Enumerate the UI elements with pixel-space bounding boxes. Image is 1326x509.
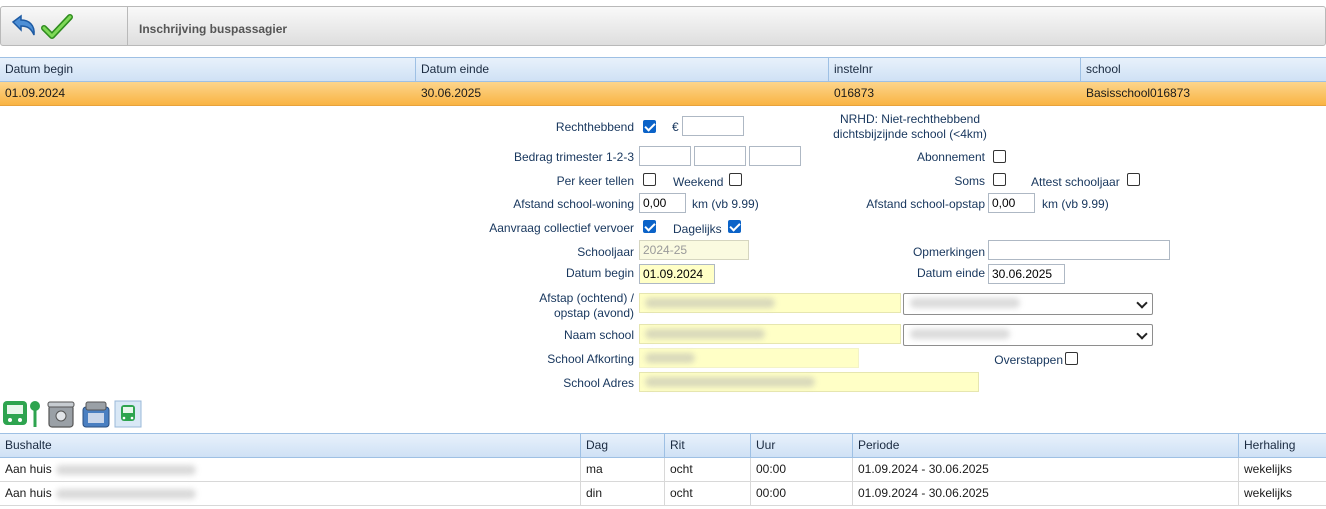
soms-checkbox[interactable] bbox=[993, 173, 1006, 186]
nrhd-line-1: NRHD: Niet-rechthebbend bbox=[839, 112, 981, 126]
datum-einde-input[interactable]: 30.06.2025 bbox=[988, 264, 1065, 284]
column-header-dag[interactable]: Dag bbox=[581, 434, 665, 457]
cell-instelnr: 016873 bbox=[834, 86, 875, 100]
afstap-label-line-2: opstap (avond) bbox=[553, 306, 634, 320]
dagelijks-checkbox[interactable] bbox=[728, 220, 741, 233]
cell-uur: 00:00 bbox=[751, 458, 853, 481]
bushalte-text: Aan huis bbox=[5, 486, 52, 500]
per-keer-label: Per keer tellen bbox=[556, 174, 634, 188]
cell-herhaling: wekelijks bbox=[1244, 462, 1293, 476]
overstappen-checkbox[interactable] bbox=[1065, 352, 1078, 365]
cell-rit: ocht bbox=[665, 458, 751, 481]
datum-begin-input[interactable]: 01.09.2024 bbox=[639, 264, 715, 284]
weekend-label: Weekend bbox=[673, 175, 724, 189]
rechthebbend-label: Rechthebbend bbox=[555, 120, 634, 134]
bedrag-label: Bedrag trimester 1-2-3 bbox=[513, 150, 634, 164]
cell-dag: din bbox=[581, 482, 665, 505]
dagelijks-label: Dagelijks bbox=[673, 222, 722, 236]
column-header-datum-einde[interactable]: Datum einde bbox=[416, 58, 829, 81]
column-header-periode[interactable]: Periode bbox=[853, 434, 1239, 457]
column-header-herhaling[interactable]: Herhaling bbox=[1239, 434, 1326, 457]
bin-icon[interactable] bbox=[45, 399, 77, 429]
naam-school-select-redacted bbox=[910, 329, 1010, 339]
afstap-redacted bbox=[645, 298, 775, 308]
afstand-opstap-input[interactable]: 0,00 bbox=[988, 193, 1035, 213]
checkmark-icon[interactable] bbox=[41, 12, 73, 42]
bushalte-text: Aan huis bbox=[5, 462, 52, 476]
cell-datum-begin: 01.09.2024 bbox=[5, 86, 66, 100]
per-keer-checkbox[interactable] bbox=[643, 173, 656, 186]
column-header-instelnr[interactable]: instelnr bbox=[829, 58, 1081, 81]
school-adres-redacted bbox=[645, 377, 815, 387]
km-hint-woning: km (vb 9.99) bbox=[692, 197, 759, 211]
datum-begin-label: Datum begin bbox=[565, 266, 634, 280]
toolbar: Inschrijving buspassagier bbox=[0, 6, 1326, 46]
cell-bushalte: Aan huis bbox=[0, 458, 581, 481]
column-header-bushalte[interactable]: Bushalte bbox=[0, 434, 581, 457]
attest-schooljaar-label: Attest schooljaar bbox=[1031, 175, 1120, 189]
cell-periode: 01.09.2024 - 30.06.2025 bbox=[853, 458, 1239, 481]
school-afkorting-redacted bbox=[645, 353, 695, 363]
toolbar-buttons bbox=[1, 7, 128, 45]
bedrag-trimester-3-input[interactable] bbox=[749, 146, 801, 166]
top-grid-header: Datum begin Datum einde instelnr school bbox=[0, 57, 1326, 82]
column-header-datum-begin[interactable]: Datum begin bbox=[0, 58, 416, 81]
school-adres-label: School Adres bbox=[563, 376, 634, 390]
aanvraag-checkbox[interactable] bbox=[643, 220, 656, 233]
abonnement-label: Abonnement bbox=[916, 150, 985, 164]
cell-bushalte: Aan huis bbox=[0, 482, 581, 505]
opmerkingen-input[interactable] bbox=[988, 240, 1170, 260]
opmerkingen-label: Opmerkingen bbox=[912, 245, 985, 259]
nrhd-line-2: dichtsbijzijnde school (<4km) bbox=[833, 127, 987, 141]
attest-schooljaar-checkbox[interactable] bbox=[1127, 173, 1140, 186]
column-header-school[interactable]: school bbox=[1081, 58, 1326, 81]
bedrag-trimester-2-input[interactable] bbox=[694, 146, 746, 166]
bus-icon[interactable] bbox=[114, 400, 142, 428]
bin-stack-icon[interactable] bbox=[80, 399, 112, 429]
km-hint-opstap: km (vb 9.99) bbox=[1042, 197, 1109, 211]
abonnement-checkbox[interactable] bbox=[993, 150, 1006, 163]
datum-einde-label: Datum einde bbox=[916, 266, 985, 280]
euro-label: € bbox=[672, 120, 679, 134]
column-header-rit[interactable]: Rit bbox=[665, 434, 751, 457]
cell-dag: ma bbox=[581, 458, 665, 481]
undo-icon[interactable] bbox=[7, 13, 39, 41]
cell-rit: ocht bbox=[665, 482, 751, 505]
schooljaar-input: 2024-25 bbox=[639, 240, 749, 260]
naam-school-label: Naam school bbox=[563, 328, 634, 342]
naam-school-redacted bbox=[645, 329, 765, 339]
euro-input[interactable] bbox=[682, 116, 744, 136]
bedrag-trimester-1-input[interactable] bbox=[639, 146, 691, 166]
overstappen-label: Overstappen bbox=[994, 353, 1063, 367]
table-row[interactable]: Aan huis ma ocht 00:00 01.09.2024 - 30.0… bbox=[0, 458, 1326, 482]
bottom-grid-header: Bushalte Dag Rit Uur Periode Herhaling bbox=[0, 433, 1326, 458]
bushalte-redacted bbox=[56, 489, 196, 499]
bus-stop-icon[interactable] bbox=[2, 399, 42, 429]
aanvraag-label: Aanvraag collectief vervoer bbox=[489, 221, 634, 235]
chevron-down-icon bbox=[1136, 297, 1148, 309]
cell-herhaling: wekelijks bbox=[1244, 486, 1293, 500]
schooljaar-label: Schooljaar bbox=[577, 245, 634, 259]
afstap-label-line-1: Afstap (ochtend) / bbox=[539, 291, 634, 305]
afstand-woning-input[interactable]: 0,00 bbox=[639, 193, 686, 213]
school-afkorting-label: School Afkorting bbox=[547, 352, 634, 366]
soms-label: Soms bbox=[954, 174, 985, 188]
page-title: Inschrijving buspassagier bbox=[139, 22, 288, 36]
rechthebbend-checkbox[interactable] bbox=[643, 120, 656, 133]
table-row[interactable]: Aan huis din ocht 00:00 01.09.2024 - 30.… bbox=[0, 482, 1326, 506]
bushalte-redacted bbox=[56, 465, 196, 475]
column-header-uur[interactable]: Uur bbox=[751, 434, 853, 457]
chevron-down-icon bbox=[1136, 328, 1148, 340]
afstap-select-redacted bbox=[910, 298, 1020, 308]
cell-datum-einde: 30.06.2025 bbox=[421, 86, 482, 100]
weekend-checkbox[interactable] bbox=[729, 173, 742, 186]
cell-school: Basisschool016873 bbox=[1086, 86, 1191, 100]
afstand-woning-label: Afstand school-woning bbox=[513, 197, 634, 211]
afstand-opstap-label: Afstand school-opstap bbox=[866, 197, 985, 211]
table-row-selected[interactable]: 01.09.2024 30.06.2025 016873 Basisschool… bbox=[0, 82, 1326, 106]
cell-periode: 01.09.2024 - 30.06.2025 bbox=[853, 482, 1239, 505]
cell-uur: 00:00 bbox=[751, 482, 853, 505]
